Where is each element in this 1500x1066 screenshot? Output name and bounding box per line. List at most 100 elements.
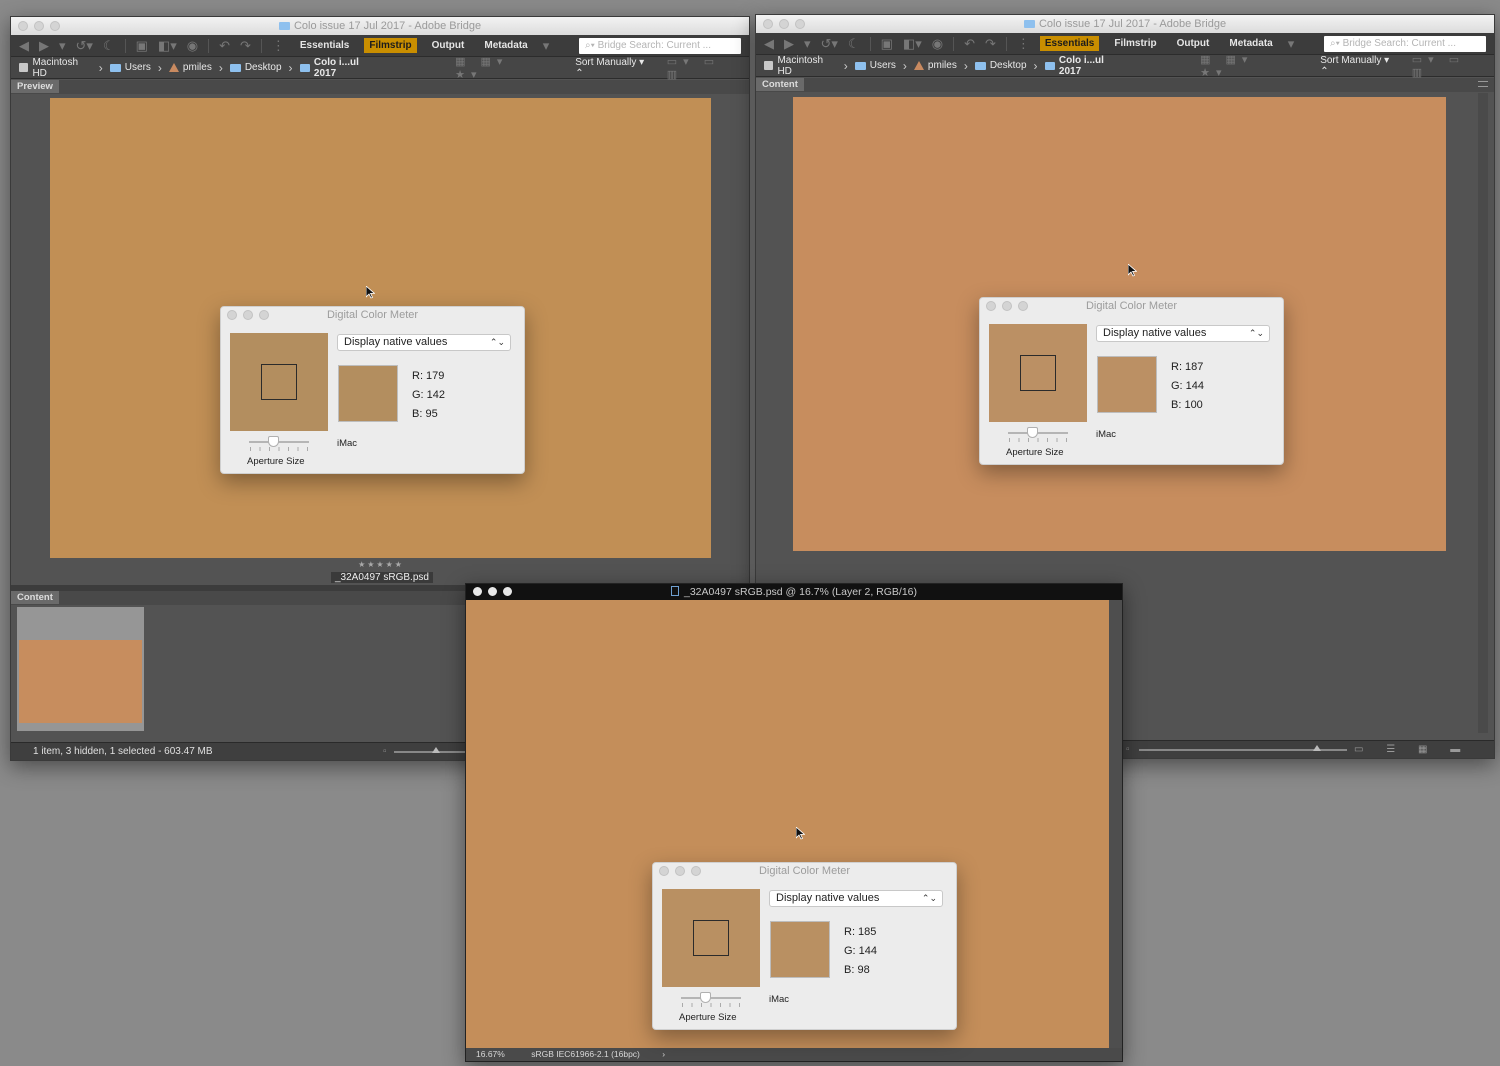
workspace-filmstrip[interactable]: Filmstrip <box>364 38 417 53</box>
aperture-slider-handle[interactable] <box>268 436 279 447</box>
tab-preview[interactable]: Preview <box>11 80 59 93</box>
breadcrumb-item-home[interactable]: pmiles <box>913 60 957 71</box>
value-mode-dropdown[interactable]: Display native values ⌃⌄ <box>337 334 511 351</box>
aperture-slider[interactable] <box>249 441 309 443</box>
camera-icon[interactable]: ▣ <box>136 36 148 56</box>
chevron-down-icon[interactable]: ▾ <box>804 34 811 54</box>
meter-titlebar[interactable]: Digital Color Meter <box>221 307 524 324</box>
forward-icon[interactable]: ▶ <box>39 36 49 56</box>
status-arrow-icon[interactable]: › <box>662 1049 665 1059</box>
workspace-metadata[interactable]: Metadata <box>1224 36 1277 51</box>
close-button[interactable] <box>659 866 669 876</box>
search-input[interactable]: ⌕▾ Bridge Search: Current ... <box>1324 35 1486 52</box>
zoom-button[interactable] <box>259 310 269 320</box>
boomerang-icon[interactable]: ☾ <box>103 36 115 56</box>
breadcrumb-item-folder[interactable]: Colo i...ul 2017 <box>1044 55 1126 77</box>
breadcrumb-item-disk[interactable]: Macintosh HD <box>19 57 92 79</box>
refine-icon[interactable]: ◧▾ <box>903 34 922 54</box>
open-camera-raw-icon[interactable]: ◉ <box>187 36 198 56</box>
filter-icons[interactable]: ▦ ▦▾ ★▾ <box>1200 53 1285 79</box>
meter-titlebar[interactable]: Digital Color Meter <box>653 863 956 880</box>
chevron-down-icon[interactable]: ▾ <box>59 36 66 56</box>
minimize-button[interactable] <box>779 19 789 29</box>
close-button[interactable] <box>763 19 773 29</box>
panel-menu-icon[interactable] <box>1478 81 1488 87</box>
minimize-button[interactable] <box>1002 301 1012 311</box>
value-mode-dropdown[interactable]: Display native values ⌃⌄ <box>1096 325 1270 342</box>
camera-icon[interactable]: ▣ <box>881 34 893 54</box>
aperture-slider-handle[interactable] <box>1027 427 1038 438</box>
window-titlebar[interactable]: Colo issue 17 Jul 2017 - Adobe Bridge <box>756 15 1494 33</box>
open-camera-raw-icon[interactable]: ◉ <box>932 34 943 54</box>
thumbnail-cell[interactable] <box>17 607 144 731</box>
zoom-button[interactable] <box>503 587 512 596</box>
folder-actions-icons[interactable]: ▭▾ ▭ ▥ <box>1412 53 1486 79</box>
workspace-essentials[interactable]: Essentials <box>1039 36 1100 51</box>
search-input[interactable]: ⌕▾ Bridge Search: Current ... <box>579 37 741 54</box>
rating-stars[interactable]: ★★★★★ <box>351 560 411 569</box>
breadcrumb-item-desktop[interactable]: Desktop <box>974 60 1027 71</box>
workspace-filmstrip[interactable]: Filmstrip <box>1109 36 1161 51</box>
minimize-button[interactable] <box>488 587 497 596</box>
tab-content[interactable]: Content <box>11 591 59 604</box>
close-button[interactable] <box>473 587 482 596</box>
slider-handle[interactable] <box>1313 745 1321 751</box>
aperture-slider-handle[interactable] <box>700 992 711 1003</box>
document-titlebar[interactable]: _32A0497 sRGB.psd @ 16.7% (Layer 2, RGB/… <box>466 584 1122 600</box>
value-mode-dropdown[interactable]: Display native values ⌃⌄ <box>769 890 943 907</box>
folder-icon <box>1023 20 1035 28</box>
aperture-slider[interactable] <box>681 997 741 999</box>
minimize-button[interactable] <box>675 866 685 876</box>
sort-control[interactable]: Sort Manually ▾ ⌃ ▭▾ ▭ ▥ <box>575 55 741 81</box>
rotate-left-icon[interactable]: ↶ <box>964 34 975 54</box>
sort-control[interactable]: Sort Manually ▾ ⌃ ▭▾ ▭ ▥ <box>1320 53 1486 79</box>
minimize-button[interactable] <box>243 310 253 320</box>
grid-small-icon[interactable]: ▫ <box>383 743 387 760</box>
vertical-scrollbar[interactable] <box>1109 600 1122 1049</box>
meter-titlebar[interactable]: Digital Color Meter <box>980 298 1283 315</box>
filter-icons[interactable]: ▦ ▦▾ ★▾ <box>455 55 540 81</box>
folder-actions-icons[interactable]: ▭▾ ▭ ▥ <box>667 55 741 81</box>
recent-icon[interactable]: ↺▾ <box>76 36 93 56</box>
forward-icon[interactable]: ▶ <box>784 34 794 54</box>
workspace-metadata[interactable]: Metadata <box>479 38 532 53</box>
rotate-left-icon[interactable]: ↶ <box>219 36 230 56</box>
chevron-down-icon[interactable]: ▾ <box>1288 34 1295 54</box>
file-name-label: _32A0497 sRGB.psd <box>331 572 433 583</box>
breadcrumb-item-disk[interactable]: Macintosh HD <box>764 55 837 77</box>
close-button[interactable] <box>227 310 237 320</box>
back-icon[interactable]: ◀ <box>764 34 774 54</box>
chevron-down-icon[interactable]: ▾ <box>543 36 550 56</box>
recent-icon[interactable]: ↺▾ <box>821 34 838 54</box>
close-button[interactable] <box>18 21 28 31</box>
tab-content[interactable]: Content <box>756 78 804 91</box>
zoom-button[interactable] <box>50 21 60 31</box>
window-titlebar[interactable]: Colo issue 17 Jul 2017 - Adobe Bridge <box>11 17 749 35</box>
breadcrumb-item-home[interactable]: pmiles <box>168 62 212 73</box>
rotate-right-icon[interactable]: ↷ <box>240 36 251 56</box>
workspace-essentials[interactable]: Essentials <box>295 38 354 53</box>
zoom-button[interactable] <box>795 19 805 29</box>
workspace-output[interactable]: Output <box>1172 36 1215 51</box>
back-icon[interactable]: ◀ <box>19 36 29 56</box>
boomerang-icon[interactable]: ☾ <box>848 34 860 54</box>
slider-handle[interactable] <box>432 747 440 753</box>
workspace-output[interactable]: Output <box>427 38 470 53</box>
minimize-button[interactable] <box>34 21 44 31</box>
zoom-level[interactable]: 16.67% <box>476 1049 505 1059</box>
breadcrumb-item-users[interactable]: Users <box>109 62 151 73</box>
zoom-button[interactable] <box>1018 301 1028 311</box>
close-button[interactable] <box>986 301 996 311</box>
view-mode-icons[interactable]: ▭ ☰ ▦ ▬ — <box>1354 741 1494 758</box>
rotate-right-icon[interactable]: ↷ <box>985 34 996 54</box>
grid-small-icon[interactable]: ▫ <box>1126 741 1130 758</box>
breadcrumb-item-folder[interactable]: Colo i...ul 2017 <box>299 57 381 79</box>
refine-icon[interactable]: ◧▾ <box>158 36 177 56</box>
aperture-slider[interactable] <box>1008 432 1068 434</box>
zoom-button[interactable] <box>691 866 701 876</box>
sort-ascending-icon[interactable]: ⌃ <box>1320 66 1328 77</box>
breadcrumb-item-desktop[interactable]: Desktop <box>229 62 282 73</box>
vertical-scrollbar[interactable] <box>1478 93 1488 733</box>
breadcrumb-item-users[interactable]: Users <box>854 60 896 71</box>
sort-ascending-icon[interactable]: ⌃ <box>575 68 583 79</box>
